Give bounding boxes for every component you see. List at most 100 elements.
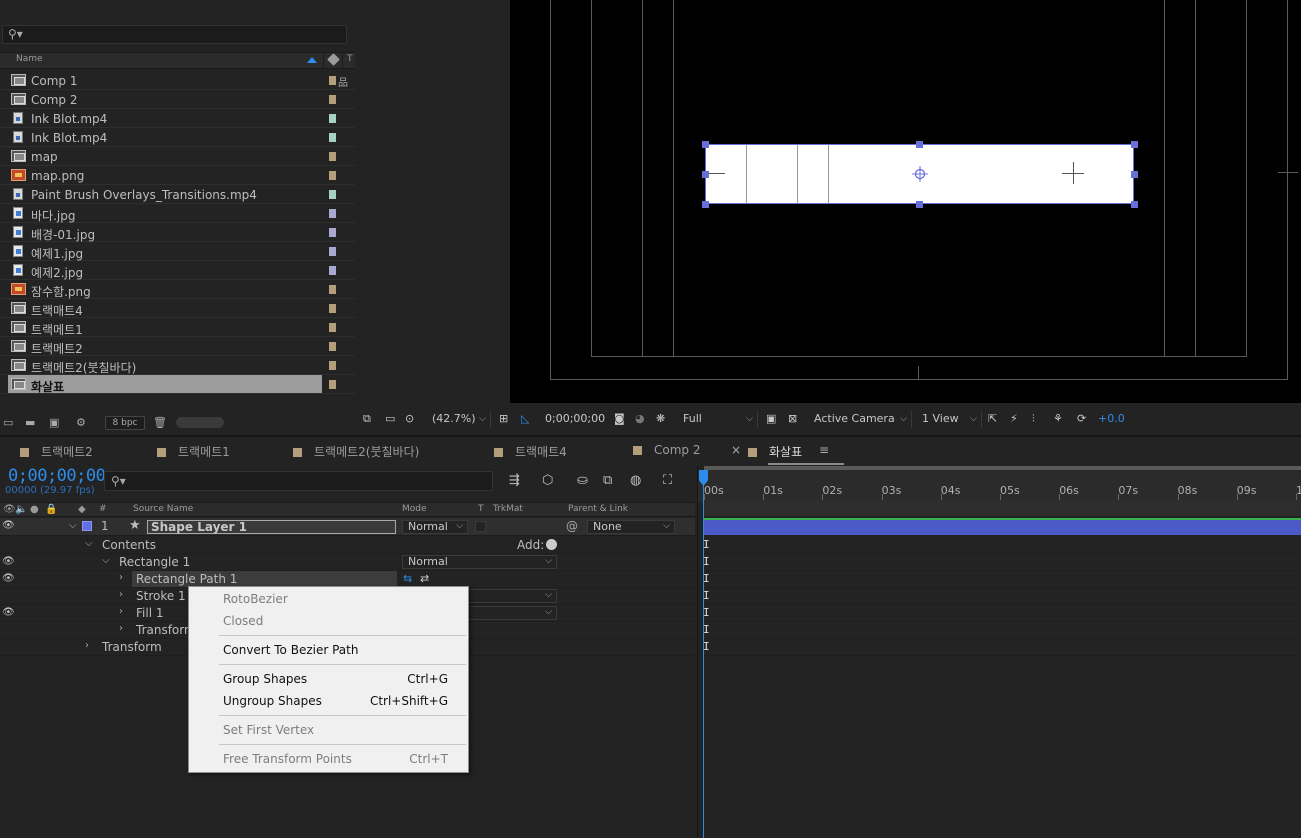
column-type[interactable]: T	[347, 54, 353, 64]
show-snapshot-icon[interactable]: ◕	[635, 412, 645, 425]
timeline-tab[interactable]: 화살표 × ≡	[731, 443, 844, 465]
chevron-down-icon[interactable]: ⌵	[102, 555, 110, 566]
timeline-tab[interactable]: 트랙매트4	[494, 443, 567, 460]
interpret-footage-icon[interactable]: ▭	[3, 416, 13, 429]
layer-row[interactable]: 👁 ⌵ 1 ★ Shape Layer 1 Normal ⌵ @ None ⌵	[0, 518, 695, 536]
channel-icon[interactable]: ❋	[656, 412, 665, 425]
project-settings-icon[interactable]: ⚙	[76, 416, 86, 429]
project-item[interactable]: 배경-01.jpg	[0, 223, 355, 242]
label-color-swatch[interactable]	[329, 190, 336, 199]
contents-row[interactable]: ⌵ Contents Add:	[0, 537, 695, 554]
project-item[interactable]: Comp 1 品	[0, 71, 355, 90]
menu-item-set-first-vertex[interactable]: Set First Vertex	[223, 723, 314, 737]
label-color-swatch[interactable]	[329, 133, 336, 142]
timeline-tab[interactable]: 트랙메트1	[157, 443, 230, 460]
new-composition-icon[interactable]: ▣	[49, 416, 59, 429]
vr-icon[interactable]: ⊙	[405, 412, 414, 425]
composition-canvas[interactable]	[510, 0, 1301, 403]
label-color-swatch[interactable]	[329, 228, 336, 237]
toggle-pixel-aspect-icon[interactable]: ⇱	[988, 412, 997, 425]
menu-item-convert-to-bezier-path[interactable]: Convert To Bezier Path	[223, 643, 358, 657]
new-folder-icon[interactable]: ▬	[25, 416, 35, 429]
project-item[interactable]: Comp 2	[0, 90, 355, 109]
project-item[interactable]: 트랙메트2	[0, 337, 355, 356]
column-t[interactable]: T	[478, 504, 484, 514]
camera-dropdown[interactable]: Active Camera ⌵	[808, 411, 912, 428]
project-item[interactable]: 트랙메트2(붓칠바다)	[0, 356, 355, 375]
flowchart-icon[interactable]: 品	[338, 74, 348, 89]
project-item[interactable]: map	[0, 147, 355, 166]
chevron-right-icon[interactable]: ›	[85, 640, 89, 651]
close-tab-icon[interactable]: ×	[731, 443, 741, 457]
project-item[interactable]: map.png	[0, 166, 355, 185]
label-color-swatch[interactable]	[329, 247, 336, 256]
transform-handle[interactable]	[702, 171, 709, 178]
project-item[interactable]: 화살표	[0, 375, 355, 394]
transform-handle[interactable]	[702, 141, 709, 148]
eye-icon[interactable]: 👁	[2, 573, 15, 584]
label-color-swatch[interactable]	[329, 209, 336, 218]
label-color-swatch[interactable]	[329, 380, 336, 389]
lock-switch-icon[interactable]: 🔒	[45, 504, 57, 515]
chevron-right-icon[interactable]: ›	[119, 623, 123, 634]
menu-item-ungroup-shapes[interactable]: Ungroup Shapes	[223, 694, 322, 708]
timeline-icon[interactable]: ⫶	[1032, 412, 1035, 426]
fit-icon[interactable]: ⊞	[499, 412, 508, 425]
label-color-swatch[interactable]	[329, 361, 336, 370]
eye-icon[interactable]: 👁	[2, 607, 15, 618]
project-item[interactable]: 잠수함.png	[0, 280, 355, 299]
monitor-icon[interactable]: ▭	[385, 412, 395, 425]
panel-menu-icon[interactable]: ≡	[819, 443, 829, 457]
layer-mode-dropdown[interactable]: Normal ⌵	[402, 520, 468, 534]
project-item[interactable]: 예제2.jpg	[0, 261, 355, 280]
project-item[interactable]: Ink Blot.mp4	[0, 128, 355, 147]
project-item[interactable]: 트랙메트1	[0, 318, 355, 337]
label-color-swatch[interactable]	[329, 152, 336, 161]
flowchart-icon[interactable]: ⚘	[1053, 412, 1063, 425]
reset-exposure-icon[interactable]: ⟳	[1077, 412, 1086, 425]
time-ruler[interactable]: 00s01s02s03s04s05s06s07s08s09s10s	[698, 470, 1301, 502]
label-color-swatch[interactable]	[329, 76, 336, 85]
audio-switch-icon[interactable]: 🔈	[15, 504, 27, 515]
transform-handle[interactable]	[1131, 201, 1138, 208]
project-item[interactable]: 트랙매트4	[0, 299, 355, 318]
camera-snapshot-icon[interactable]: ◙	[614, 412, 625, 425]
transform-handle[interactable]	[702, 201, 709, 208]
frame-blending-icon[interactable]: ⧉	[603, 473, 612, 488]
label-column[interactable]	[323, 53, 343, 68]
label-color-swatch[interactable]	[329, 323, 336, 332]
project-search-input[interactable]: ⚲▾	[2, 25, 347, 44]
transform-handle[interactable]	[916, 201, 923, 208]
rectangle-blend-mode-dropdown[interactable]: Normal ⌵	[402, 555, 557, 569]
rectangle-group-row[interactable]: 👁 ⌵ Rectangle 1 Normal ⌵	[0, 554, 695, 571]
preserve-transparency-checkbox[interactable]	[475, 521, 486, 532]
transparency-grid-icon[interactable]: ⊠	[788, 412, 797, 425]
label-color-swatch[interactable]	[329, 342, 336, 351]
solo-switch-icon[interactable]: ●	[30, 504, 39, 515]
add-menu-label[interactable]: Add:	[517, 538, 544, 552]
column-mode[interactable]: Mode	[402, 504, 427, 514]
timeline-tab[interactable]: 트랙메트2	[20, 443, 93, 460]
label-color-swatch[interactable]	[329, 304, 336, 313]
chevron-down-icon[interactable]: ⌵	[69, 520, 77, 531]
timeline-search-input[interactable]: ⚲▾	[104, 471, 493, 491]
eye-icon[interactable]: 👁	[2, 520, 15, 531]
column-hash[interactable]: #	[99, 504, 107, 514]
column-source-name[interactable]: Source Name	[133, 504, 193, 514]
layer-name-field[interactable]: Shape Layer 1	[147, 520, 396, 534]
current-time-display[interactable]: 0;00;00;00	[8, 466, 106, 486]
view-layout-dropdown[interactable]: 1 View ⌵	[916, 411, 982, 428]
layer-label-color[interactable]	[82, 521, 92, 531]
label-color-swatch[interactable]	[329, 95, 336, 104]
column-parent[interactable]: Parent & Link	[568, 504, 628, 514]
menu-item-group-shapes[interactable]: Group Shapes	[223, 672, 307, 686]
label-column-icon[interactable]: ◆	[78, 504, 86, 515]
region-of-interest-icon[interactable]: ▣	[766, 412, 776, 425]
transform-handle[interactable]	[916, 141, 923, 148]
chevron-right-icon[interactable]: ›	[119, 589, 123, 600]
chevron-right-icon[interactable]: ›	[119, 606, 123, 617]
composition-mini-flowchart-icon[interactable]: ⇶	[509, 473, 520, 488]
eye-icon[interactable]: 👁	[2, 556, 15, 567]
bpc-button[interactable]: 8 bpc	[105, 416, 145, 430]
project-item[interactable]: 예제1.jpg	[0, 242, 355, 261]
